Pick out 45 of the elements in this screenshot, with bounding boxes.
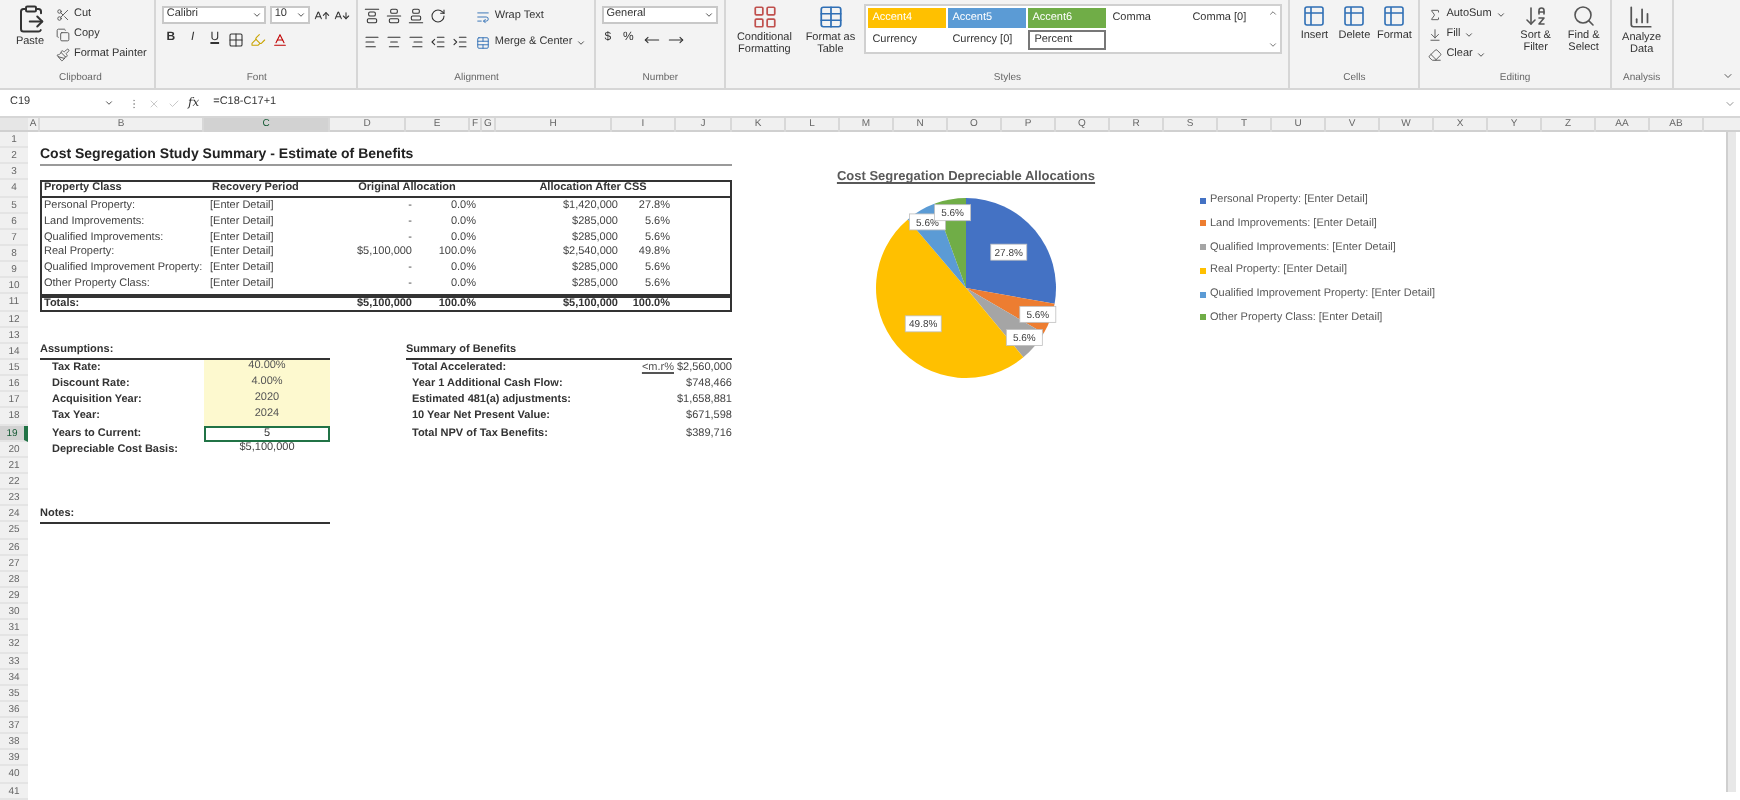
align-top-icon — [364, 8, 381, 24]
borders-icon — [228, 31, 245, 47]
scroll-up-icon — [1268, 8, 1279, 18]
cancel-icon — [148, 97, 160, 109]
chart-icon — [1628, 4, 1655, 30]
grid-icon — [751, 4, 778, 30]
eraser-icon — [1428, 47, 1443, 61]
align-right-icon — [408, 34, 425, 50]
select-all-corner[interactable] — [0, 118, 28, 130]
search-icon — [1571, 4, 1596, 28]
grow-font-icon — [314, 7, 331, 23]
caret-icon — [252, 10, 263, 20]
enter-icon — [168, 97, 180, 109]
table-icon — [1382, 4, 1407, 28]
table-icon — [1302, 4, 1327, 28]
caret-icon — [104, 98, 114, 108]
orientation-icon — [430, 8, 447, 24]
caret-icon — [704, 10, 715, 20]
merge-icon — [476, 35, 491, 49]
table-icon — [1342, 4, 1367, 28]
shrink-font-icon — [334, 7, 351, 23]
align-left-icon — [364, 34, 381, 50]
clipboard-icon — [15, 4, 45, 34]
fill-color-icon — [250, 31, 267, 47]
scrollbar[interactable] — [1726, 132, 1736, 792]
wrap-text-icon — [476, 9, 491, 23]
caret-icon — [1495, 9, 1506, 19]
collapse-ribbon-icon — [1722, 70, 1734, 82]
increase-indent-icon — [452, 34, 469, 50]
scissors-icon — [56, 7, 70, 21]
caret-icon — [296, 10, 307, 20]
align-center-icon — [386, 34, 403, 50]
caret-icon — [576, 37, 587, 47]
align-bottom-icon — [408, 8, 425, 24]
copy-icon — [56, 27, 70, 41]
expand-icon — [1724, 97, 1736, 109]
font-color-icon — [272, 31, 289, 47]
table-icon — [817, 4, 844, 30]
decrease-indent-icon — [430, 34, 447, 50]
sigma-icon — [1428, 7, 1443, 21]
align-middle-icon — [386, 8, 403, 24]
scroll-down-icon — [1268, 40, 1279, 50]
fill-down-icon — [1428, 27, 1443, 41]
paintbrush-icon — [56, 47, 70, 61]
sort-icon — [1523, 4, 1548, 28]
